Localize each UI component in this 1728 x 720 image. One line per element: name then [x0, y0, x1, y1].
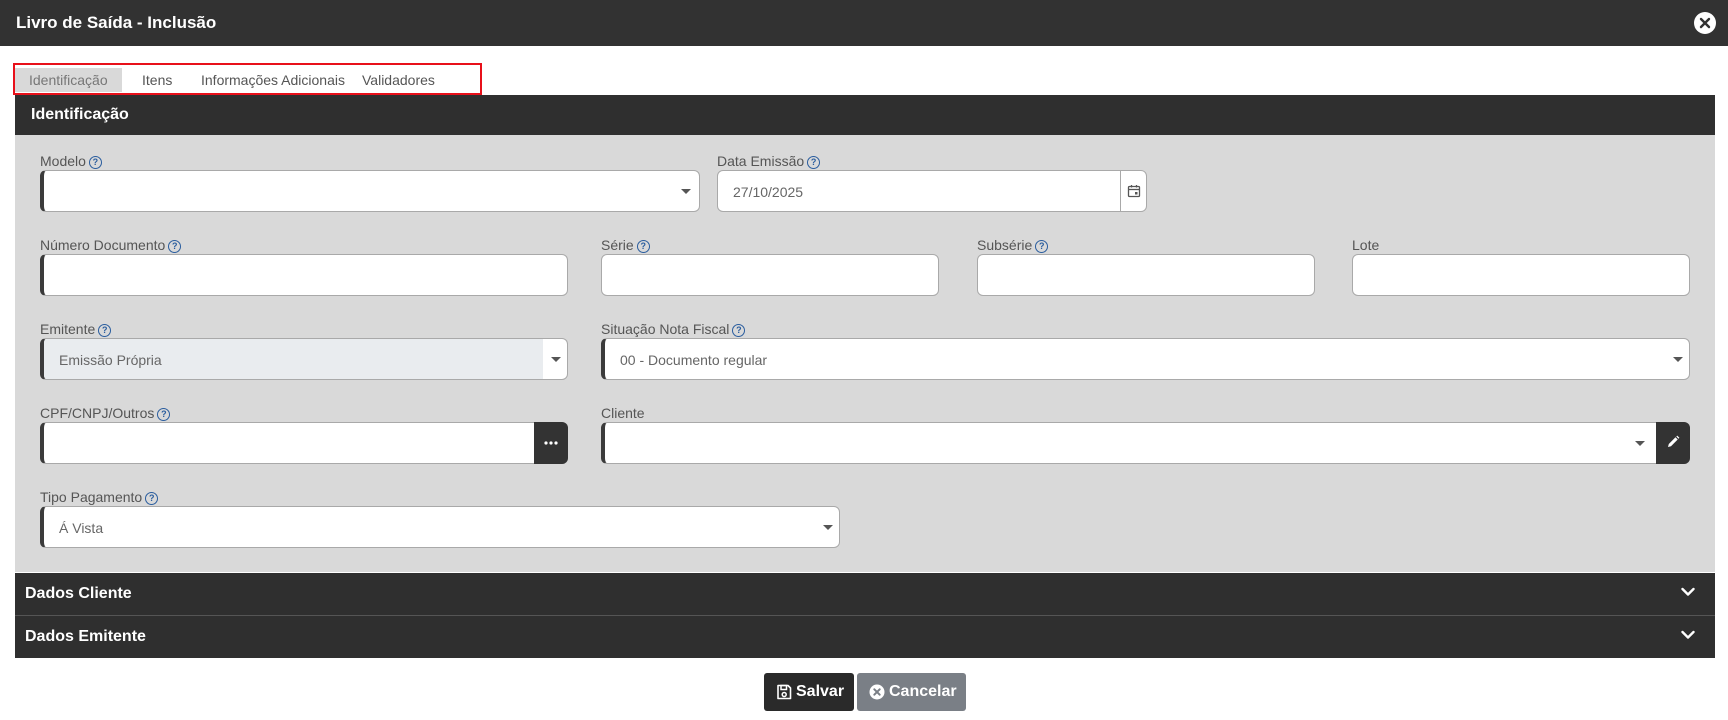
times-circle-icon — [869, 684, 885, 700]
modal-header: Livro de Saída - Inclusão — [0, 0, 1728, 46]
caret-down-icon — [551, 357, 561, 362]
section-dados-cliente[interactable]: Dados Cliente — [15, 573, 1715, 615]
serie-input[interactable] — [601, 254, 939, 296]
tab-identificacao[interactable]: Identificação — [15, 68, 122, 92]
caret-down-icon — [823, 525, 833, 530]
calendar-icon — [1127, 185, 1141, 198]
help-icon[interactable]: ? — [88, 156, 102, 169]
data-emissao-label: Data Emissão? — [717, 153, 821, 169]
help-icon[interactable]: ? — [168, 240, 182, 253]
ellipsis-icon — [544, 441, 558, 445]
caret-down-icon — [681, 189, 691, 194]
cliente-label: Cliente — [601, 405, 645, 421]
modal-title: Livro de Saída - Inclusão — [16, 13, 217, 32]
caret-down-icon — [1635, 441, 1645, 446]
help-icon[interactable]: ? — [807, 156, 821, 169]
floppy-disk-icon — [777, 684, 792, 700]
panel-header: Identificação — [15, 95, 1715, 135]
help-icon[interactable]: ? — [1035, 240, 1049, 253]
subserie-input[interactable] — [977, 254, 1315, 296]
help-icon[interactable]: ? — [145, 492, 159, 505]
help-icon[interactable]: ? — [636, 240, 650, 253]
serie-label: Série? — [601, 237, 650, 253]
calendar-button[interactable] — [1120, 171, 1146, 211]
lote-label: Lote — [1352, 237, 1380, 253]
identificacao-panel: Identificação Modelo? Data Emissão? 27/1… — [15, 95, 1715, 572]
tab-validadores[interactable]: Validadores — [348, 68, 449, 92]
tab-itens[interactable]: Itens — [128, 68, 186, 92]
cpf-label: CPF/CNPJ/Outros? — [40, 405, 171, 421]
caret-down-icon — [1673, 357, 1683, 362]
data-emissao-input[interactable]: 27/10/2025 — [717, 170, 1147, 212]
chevron-down-icon — [1681, 587, 1695, 596]
cliente-select[interactable] — [601, 422, 1690, 464]
tab-strip: Identificação Itens Informações Adiciona… — [13, 63, 482, 95]
lookup-button[interactable] — [534, 422, 568, 464]
modelo-select[interactable] — [40, 170, 700, 212]
panel-title: Identificação — [31, 106, 129, 123]
help-icon[interactable]: ? — [157, 408, 171, 421]
edit-cliente-button[interactable] — [1656, 422, 1690, 464]
section-dados-emitente[interactable]: Dados Emitente — [15, 616, 1715, 658]
emitente-label: Emitente? — [40, 321, 112, 337]
emitente-select[interactable]: Emissão Própria — [40, 338, 568, 380]
save-button[interactable]: Salvar — [764, 673, 854, 711]
numero-documento-input[interactable] — [40, 254, 568, 296]
situacao-select[interactable]: 00 - Documento regular — [601, 338, 1690, 380]
chevron-down-icon — [1681, 630, 1695, 639]
numero-documento-label: Número Documento? — [40, 237, 182, 253]
modelo-label: Modelo? — [40, 153, 102, 169]
tipo-pagamento-select[interactable]: Á Vista — [40, 506, 840, 548]
situacao-label: Situação Nota Fiscal? — [601, 321, 746, 337]
help-icon[interactable]: ? — [98, 324, 112, 337]
tipo-pagamento-label: Tipo Pagamento? — [40, 489, 159, 505]
close-icon — [1699, 17, 1711, 29]
cpf-input[interactable] — [40, 422, 568, 464]
lote-input[interactable] — [1352, 254, 1690, 296]
tab-informacoes-adicionais[interactable]: Informações Adicionais — [187, 68, 359, 92]
subserie-label: Subsérie? — [977, 237, 1049, 253]
help-icon[interactable]: ? — [732, 324, 746, 337]
pencil-icon — [1668, 435, 1680, 447]
close-button[interactable] — [1694, 12, 1716, 34]
cancel-button[interactable]: Cancelar — [857, 673, 966, 711]
